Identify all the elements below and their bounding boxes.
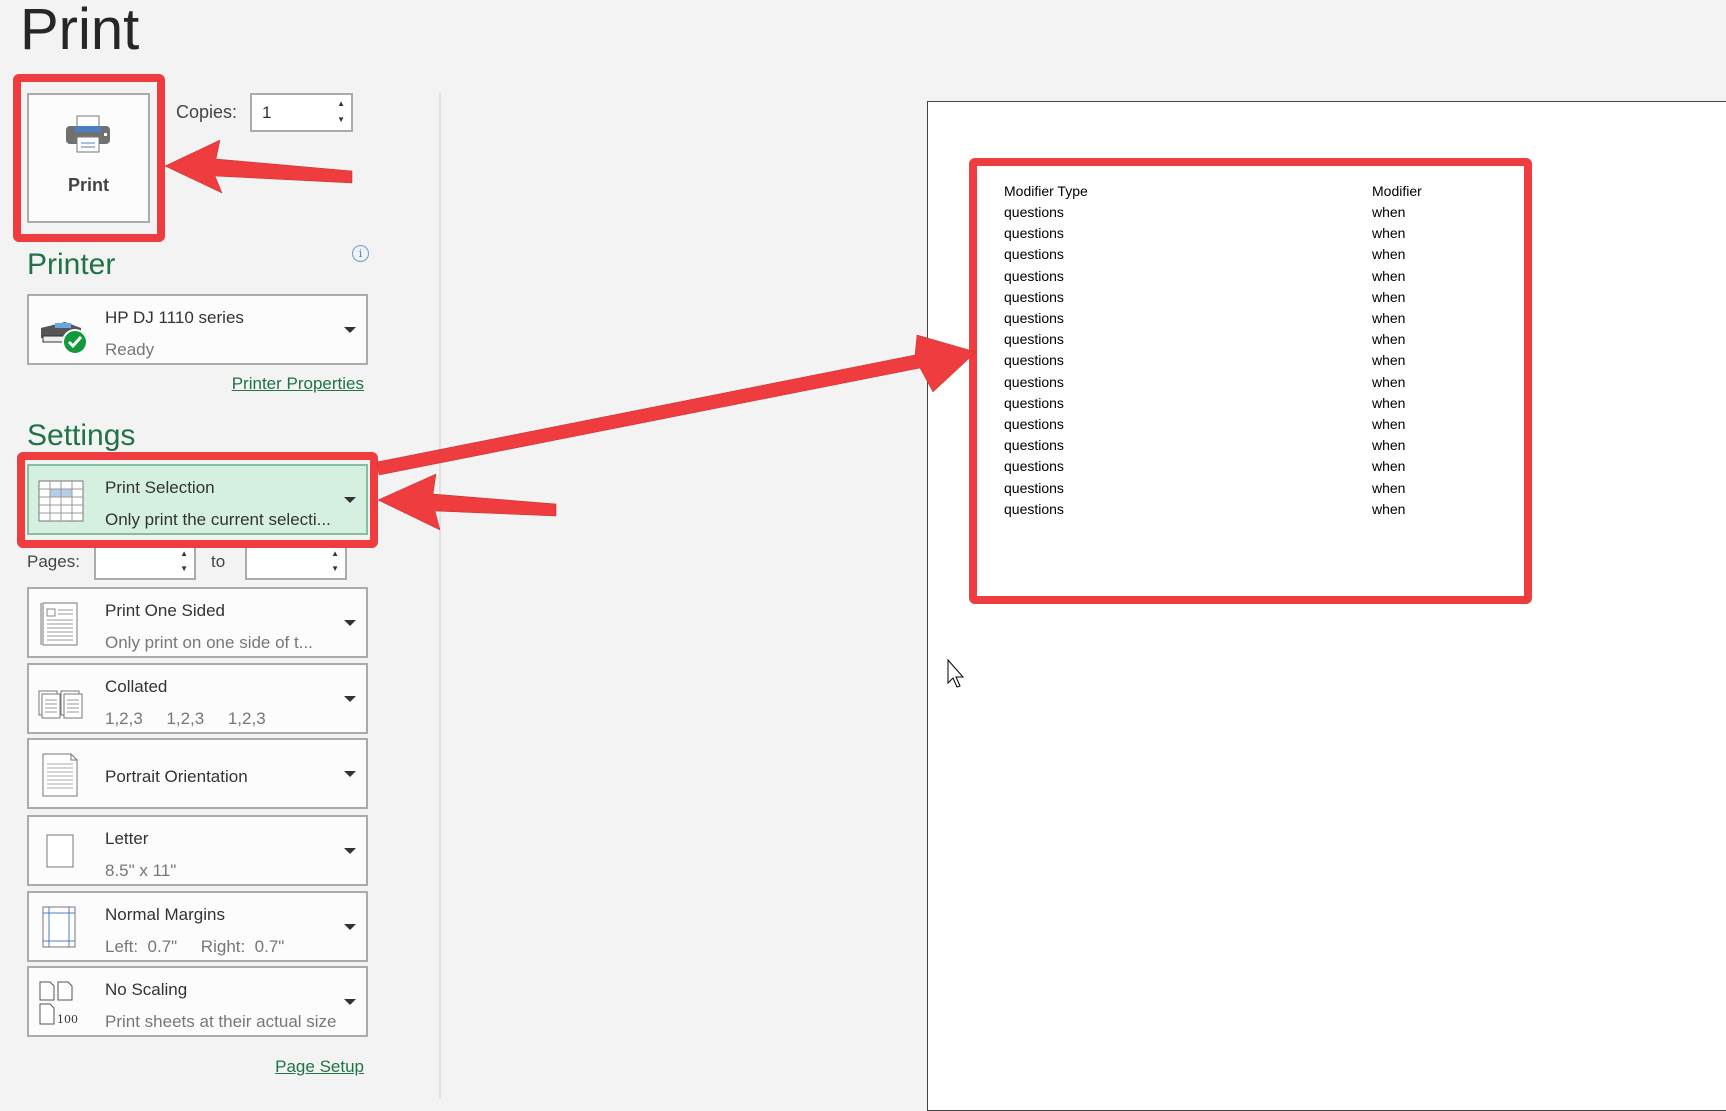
table-cell: when bbox=[1372, 500, 1406, 517]
setting-title: Collated bbox=[105, 677, 168, 696]
table-cell: questions bbox=[1004, 458, 1064, 475]
setting-subtitle: Print sheets at their actual size bbox=[105, 1012, 337, 1031]
setting-subtitle: Only print the current selecti... bbox=[105, 510, 331, 529]
table-cell: questions bbox=[1004, 479, 1064, 496]
copies-value: 1 bbox=[262, 103, 272, 122]
scaling-dropdown[interactable]: 100 No Scaling Print sheets at their act… bbox=[27, 966, 368, 1037]
table-cell: questions bbox=[1004, 204, 1064, 220]
one-sided-page-icon bbox=[40, 602, 78, 646]
print-sides-dropdown[interactable]: Print One Sided Only print on one side o… bbox=[27, 587, 368, 658]
table-cell: Modifier Type bbox=[1004, 183, 1088, 199]
copies-label: Copies: bbox=[176, 102, 238, 122]
printer-ready-icon bbox=[41, 322, 87, 355]
chevron-down-icon bbox=[344, 327, 356, 333]
printer-status: Ready bbox=[105, 340, 155, 359]
printer-properties-link[interactable]: Printer Properties bbox=[232, 374, 364, 394]
setting-title: Letter bbox=[105, 829, 149, 848]
table-cell: questions bbox=[1004, 373, 1064, 390]
printer-name: HP DJ 1110 series bbox=[105, 308, 244, 327]
print-selection-dropdown[interactable]: Print Selection Only print the current s… bbox=[27, 464, 368, 535]
table-cell: when bbox=[1372, 416, 1406, 432]
pages-from-input[interactable]: ▲ ▼ bbox=[94, 545, 196, 580]
table-cell: when bbox=[1372, 373, 1406, 390]
table-cell: when bbox=[1372, 331, 1406, 348]
printer-icon bbox=[66, 115, 110, 153]
print-button-label: Print bbox=[67, 175, 109, 195]
chevron-down-icon bbox=[344, 696, 356, 702]
table-cell: questions bbox=[1004, 246, 1064, 263]
arrow-to-print-selection bbox=[377, 473, 557, 531]
setting-title: No Scaling bbox=[105, 980, 188, 999]
increment-icon[interactable]: ▲ bbox=[337, 100, 345, 108]
chevron-down-icon bbox=[344, 924, 356, 930]
print-button[interactable]: Print bbox=[27, 93, 150, 223]
chevron-down-icon bbox=[344, 497, 356, 503]
table-cell: when bbox=[1372, 437, 1406, 454]
chevron-down-icon bbox=[344, 848, 356, 854]
table-cell: when bbox=[1372, 246, 1406, 263]
setting-title: Portrait Orientation bbox=[105, 767, 248, 786]
printer-dropdown[interactable]: HP DJ 1110 series Ready bbox=[27, 294, 368, 365]
table-cell: questions bbox=[1004, 331, 1064, 348]
table-cell: questions bbox=[1004, 288, 1064, 305]
table-cell: when bbox=[1372, 394, 1406, 411]
setting-title: Normal Margins bbox=[105, 905, 225, 924]
arrow-to-print-button bbox=[164, 139, 353, 194]
table-cell: when bbox=[1372, 352, 1406, 369]
to-label: to bbox=[211, 552, 226, 571]
pages-label: Pages: bbox=[27, 552, 80, 571]
table-cell: questions bbox=[1004, 394, 1064, 411]
page-setup-link[interactable]: Page Setup bbox=[275, 1057, 364, 1077]
table-cell: when bbox=[1372, 267, 1406, 284]
selection-grid-icon bbox=[38, 480, 84, 522]
chevron-down-icon bbox=[344, 999, 356, 1005]
table-cell: when bbox=[1372, 288, 1406, 305]
printer-heading: Printer bbox=[27, 248, 116, 281]
table-cell: Modifier bbox=[1372, 183, 1422, 199]
table-cell: questions bbox=[1004, 225, 1064, 242]
table-cell: questions bbox=[1004, 352, 1064, 369]
table-cell: when bbox=[1372, 225, 1406, 242]
collation-dropdown[interactable]: Collated 1,2,3 1,2,3 1,2,3 bbox=[27, 663, 368, 734]
table-cell: questions bbox=[1004, 416, 1064, 432]
chevron-down-icon bbox=[344, 620, 356, 626]
copies-stepper[interactable]: 1 ▲ ▼ bbox=[250, 93, 353, 132]
setting-subtitle: 1,2,3 1,2,3 1,2,3 bbox=[105, 709, 266, 728]
setting-subtitle: 8.5" x 11" bbox=[105, 861, 177, 880]
scaling-icon-text: 100 bbox=[57, 1013, 78, 1026]
letter-page-icon bbox=[46, 834, 74, 868]
settings-heading: Settings bbox=[27, 419, 136, 452]
print-preview-page: Modifier Type Modifier questions when questi… bbox=[927, 101, 1726, 1111]
table-cell: when bbox=[1372, 458, 1406, 475]
page-title: Print bbox=[20, 0, 140, 62]
portrait-page-icon bbox=[42, 753, 78, 797]
setting-subtitle: Only print on one side of t... bbox=[105, 633, 313, 652]
chevron-down-icon bbox=[344, 771, 356, 777]
table-cell: when bbox=[1372, 204, 1406, 220]
info-icon[interactable]: i bbox=[352, 245, 369, 262]
pages-to-input[interactable]: ▲ ▼ bbox=[245, 545, 347, 580]
table-cell: questions bbox=[1004, 500, 1064, 517]
margins-dropdown[interactable]: Normal Margins Left: 0.7" Right: 0.7" bbox=[27, 891, 368, 962]
table-cell: questions bbox=[1004, 310, 1064, 326]
panel-divider bbox=[439, 93, 441, 1098]
table-cell: questions bbox=[1004, 437, 1064, 454]
setting-title: Print Selection bbox=[105, 478, 215, 497]
scaling-icon: 100 bbox=[39, 981, 78, 1026]
setting-title: Print One Sided bbox=[105, 601, 226, 620]
setting-subtitle: Left: 0.7" Right: 0.7" bbox=[105, 937, 285, 956]
decrement-icon[interactable]: ▼ bbox=[337, 116, 345, 124]
table-cell: when bbox=[1372, 310, 1406, 326]
orientation-dropdown[interactable]: Portrait Orientation bbox=[27, 738, 368, 809]
margins-icon bbox=[42, 906, 76, 948]
table-cell: questions bbox=[1004, 267, 1064, 284]
paper-size-dropdown[interactable]: Letter 8.5" x 11" bbox=[27, 815, 368, 886]
table-cell: when bbox=[1372, 479, 1406, 496]
arrow-to-preview bbox=[376, 334, 977, 476]
collated-pages-icon bbox=[38, 690, 83, 719]
